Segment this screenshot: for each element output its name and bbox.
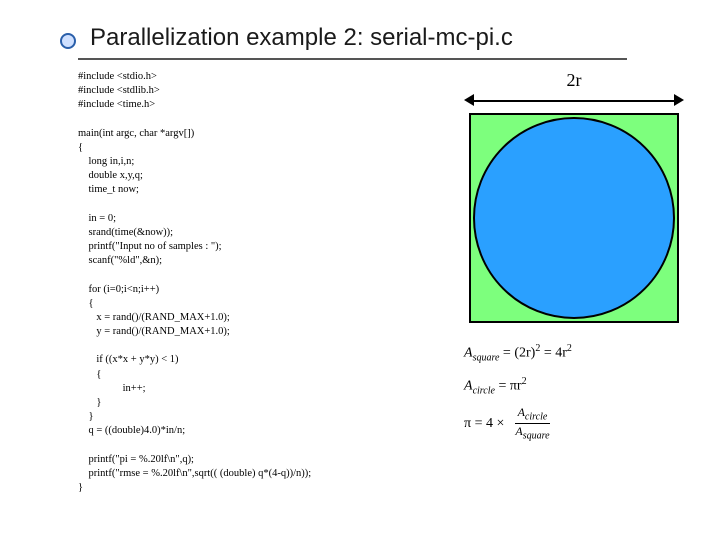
title-rule <box>78 58 627 60</box>
formula-pi: π = 4 × Acircle Asquare <box>464 406 684 442</box>
circle-in-square-figure <box>469 113 679 323</box>
arrow-right-icon <box>674 94 684 106</box>
a-ci-rhs: = πr <box>498 379 521 394</box>
a-sq-lhs: A <box>464 346 473 361</box>
frac-den-sub: square <box>523 431 550 442</box>
a-sq-exp2: 2 <box>567 343 572 354</box>
right-column: 2r Asquare = (2r)2 = 4r2 <box>464 70 684 446</box>
bullet-icon <box>60 33 76 49</box>
diameter-label: 2r <box>464 70 684 91</box>
slide-title: Parallelization example 2: serial-mc-pi.… <box>90 24 513 52</box>
frac-num-a: A <box>518 405 525 419</box>
frac-den-a: A <box>515 424 522 438</box>
a-ci-lhs: A <box>464 379 473 394</box>
pi-lhs: π = 4 × <box>464 410 504 438</box>
content-row: #include <stdio.h> #include <stdlib.h> #… <box>60 70 684 495</box>
arrow-line <box>470 100 678 102</box>
diameter-arrow <box>464 93 684 109</box>
slide: Parallelization example 2: serial-mc-pi.… <box>0 0 720 540</box>
formula-a-circle: Acircle = πr2 <box>464 372 684 401</box>
formula-a-square: Asquare = (2r)2 = 4r2 <box>464 339 684 368</box>
a-sq-rhs-a: = (2r) <box>503 346 535 361</box>
a-ci-exp: 2 <box>522 376 527 387</box>
title-row: Parallelization example 2: serial-mc-pi.… <box>60 24 684 58</box>
code-block: #include <stdio.h> #include <stdlib.h> #… <box>78 70 444 495</box>
frac-num-sub: circle <box>525 411 547 422</box>
a-sq-sub: square <box>473 352 500 363</box>
pi-fraction: Acircle Asquare <box>512 406 552 442</box>
a-ci-sub: circle <box>473 386 495 397</box>
a-sq-exp1: 2 <box>535 343 540 354</box>
formulas: Asquare = (2r)2 = 4r2 Acircle = πr2 π = … <box>464 339 684 442</box>
a-sq-rhs-b: = 4r <box>544 346 567 361</box>
circle-shape <box>473 117 675 319</box>
